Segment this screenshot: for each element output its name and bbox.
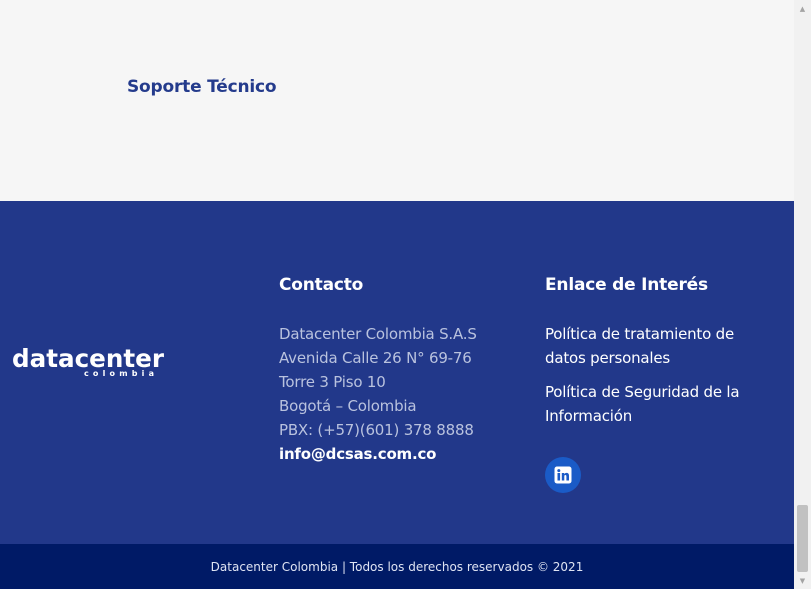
scrollbar-thumb[interactable] bbox=[797, 505, 808, 572]
security-policy-link[interactable]: Política de Seguridad de la Información bbox=[545, 380, 775, 428]
contact-email-link[interactable]: info@dcsas.com.co bbox=[279, 442, 477, 466]
contact-company: Datacenter Colombia S.A.S bbox=[279, 325, 477, 343]
scroll-up-arrow-icon[interactable]: ▲ bbox=[794, 0, 811, 17]
contact-title: Contacto bbox=[279, 275, 364, 295]
linkedin-button[interactable] bbox=[545, 457, 581, 493]
copyright-text: Datacenter Colombia | Todos los derechos… bbox=[210, 560, 584, 574]
links-title: Enlace de Interés bbox=[545, 275, 708, 295]
contact-address: Avenida Calle 26 N° 69-76 bbox=[279, 349, 472, 367]
logo-sub-text: colombia bbox=[84, 369, 154, 377]
bottom-bar: Datacenter Colombia | Todos los derechos… bbox=[0, 544, 794, 589]
footer: datacenter colombia Contacto Datacenter … bbox=[0, 201, 794, 544]
support-title: Soporte Técnico bbox=[127, 77, 277, 97]
vertical-scrollbar[interactable]: ▲ ▼ bbox=[794, 0, 811, 589]
scroll-down-arrow-icon[interactable]: ▼ bbox=[794, 572, 811, 589]
support-section: Soporte Técnico bbox=[0, 0, 794, 201]
linkedin-icon bbox=[554, 466, 572, 484]
datacenter-logo: datacenter colombia bbox=[12, 344, 164, 377]
contact-info: Datacenter Colombia S.A.S Avenida Calle … bbox=[279, 322, 477, 466]
privacy-policy-link[interactable]: Política de tratamiento de datos persona… bbox=[545, 322, 775, 370]
contact-building: Torre 3 Piso 10 bbox=[279, 373, 386, 391]
contact-phone: PBX: (+57)(601) 378 8888 bbox=[279, 421, 474, 439]
contact-city: Bogotá – Colombia bbox=[279, 397, 417, 415]
